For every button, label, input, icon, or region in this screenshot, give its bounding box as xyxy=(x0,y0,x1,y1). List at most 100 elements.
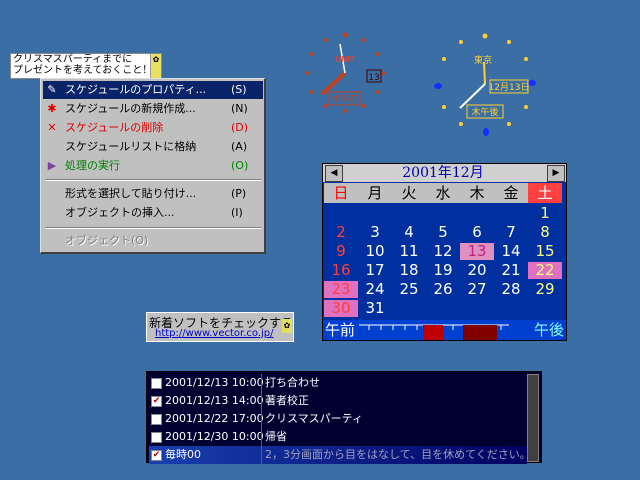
schedule-date: 2001/12/30 10:00 xyxy=(165,430,264,443)
busy-block-morning xyxy=(423,325,443,340)
calendar-day[interactable]: 4 xyxy=(392,224,426,241)
calendar-day[interactable]: 19 xyxy=(426,262,460,279)
clock-weekday: 木午前 xyxy=(331,93,358,105)
clock-tick xyxy=(507,40,511,44)
menu-item-insert-object[interactable]: オブジェクトの挿入... (I) xyxy=(43,204,263,222)
menu-item-object: オブジェクト(O) xyxy=(43,232,263,250)
clock-day: 13 xyxy=(368,73,379,83)
calendar-day[interactable]: 5 xyxy=(426,224,460,241)
schedule-row[interactable]: 2001/12/13 10:00 打ち合わせ xyxy=(149,374,527,392)
menu-item-paste-special[interactable]: 形式を選択して貼り付け... (P) xyxy=(43,185,263,203)
calendar-day[interactable]: 30 xyxy=(324,300,358,317)
analog-clock-tokyo[interactable]: 東京 12月13日 木午後 xyxy=(430,28,540,138)
schedule-date: 2001/12/13 10:00 xyxy=(165,376,264,389)
calendar-day[interactable]: 13 xyxy=(460,243,494,260)
weekday-mon: 月 xyxy=(358,183,392,203)
weekday-fri: 金 xyxy=(494,183,528,203)
calendar-day[interactable]: 1 xyxy=(528,205,562,222)
next-month-button[interactable]: ▶ xyxy=(547,165,565,182)
schedule-row[interactable]: ✔ 2001/12/13 14:00 著者校正 xyxy=(149,392,527,410)
calendar-day[interactable]: 28 xyxy=(494,281,528,298)
calendar-day[interactable]: 3 xyxy=(358,224,392,241)
play-icon: ▶ xyxy=(47,159,57,172)
calendar-day[interactable]: 27 xyxy=(460,281,494,298)
schedule-checkbox[interactable] xyxy=(151,378,162,389)
calendar-widget: ◀ 2001年12月 ▶ 日 月 火 水 木 金 土 1 2 3 4 5 6 7 8 9 10 11… xyxy=(322,163,567,341)
calendar-day[interactable]: 7 xyxy=(494,224,528,241)
calendar-day[interactable]: 10 xyxy=(358,243,392,260)
scrollbar[interactable] xyxy=(527,374,539,462)
vector-link[interactable]: http://www.vector.co.jp/ xyxy=(155,328,274,339)
calendar-day[interactable]: 6 xyxy=(460,224,494,241)
schedule-checkbox-checked[interactable]: ✔ xyxy=(151,450,162,461)
calendar-day[interactable]: 17 xyxy=(358,262,392,279)
clock-tick xyxy=(362,38,366,42)
calendar-title: 2001年12月 xyxy=(402,165,484,181)
sticky-note[interactable]: クリスマスパーティまでに プレゼントを考えておくこと！ ✿ xyxy=(10,53,162,79)
calendar-day[interactable]: 14 xyxy=(494,243,528,260)
schedule-text: クリスマスパーティ xyxy=(265,412,364,425)
menu-item-new-schedule[interactable]: ✱ スケジュールの新規作成... (N) xyxy=(43,100,263,118)
calendar-day[interactable]: 8 xyxy=(528,224,562,241)
prev-month-button[interactable]: ◀ xyxy=(325,165,343,182)
schedule-checkbox[interactable] xyxy=(151,414,162,425)
calendar-day[interactable]: 20 xyxy=(460,262,494,279)
menu-item-schedule-properties[interactable]: ✎ スケジュールのプロパティ... (S) xyxy=(43,81,263,99)
calendar-day[interactable]: 31 xyxy=(358,300,392,317)
clock-tick xyxy=(362,104,366,108)
weekday-wed: 水 xyxy=(426,183,460,203)
schedule-checkbox[interactable] xyxy=(151,432,162,443)
menu-item-execute[interactable]: ▶ 処理の実行 (O) xyxy=(43,157,263,175)
calendar-day[interactable]: 29 xyxy=(528,281,562,298)
weekday-sun: 日 xyxy=(324,183,358,203)
column-divider xyxy=(261,392,262,410)
clock-tick xyxy=(459,40,463,44)
clock-tick xyxy=(343,109,347,113)
calendar-day[interactable]: 26 xyxy=(426,281,460,298)
weekday-sat: 土 xyxy=(528,183,562,203)
calendar-day[interactable]: 9 xyxy=(324,243,358,260)
calendar-day[interactable]: 18 xyxy=(392,262,426,279)
busy-block-afternoon xyxy=(463,325,497,340)
calendar-day[interactable]: 12 xyxy=(426,243,460,260)
clock-city: UNIT xyxy=(335,55,354,64)
menu-item-delete-schedule[interactable]: ✕ スケジュールの削除 (D) xyxy=(43,119,263,137)
calendar-day[interactable]: 2 xyxy=(324,224,358,241)
schedule-checkbox-checked[interactable]: ✔ xyxy=(151,396,162,407)
column-divider xyxy=(261,410,262,428)
vector-banner[interactable]: 新着ソフトをチェックする http://www.vector.co.jp/ ✿ xyxy=(146,312,294,342)
clock-tick xyxy=(381,71,385,75)
menu-item-shortcut: (S) xyxy=(231,83,247,96)
schedule-row[interactable]: 2001/12/30 10:00 帰省 xyxy=(149,428,527,446)
schedule-date: 2001/12/22 17:00 xyxy=(165,412,264,425)
menu-separator xyxy=(45,179,261,181)
calendar-day[interactable]: 16 xyxy=(324,262,358,279)
schedule-row-selected[interactable]: ✔ 毎時00 2，3分画面から目をはなして、目を休めてください。 xyxy=(149,446,527,464)
calendar-day[interactable]: 23 xyxy=(324,281,358,298)
new-icon: ✱ xyxy=(47,102,57,115)
delete-icon: ✕ xyxy=(47,121,57,134)
analog-clock-unit[interactable]: UNIT 13 木午前 xyxy=(300,28,390,118)
hour-hand xyxy=(320,71,347,96)
schedule-text: 帰省 xyxy=(265,430,287,443)
calendar-day[interactable]: 25 xyxy=(392,281,426,298)
calendar-day[interactable]: 15 xyxy=(528,243,562,260)
clock-city: 東京 xyxy=(474,54,492,66)
triangle-left-icon: ◀ xyxy=(330,168,338,178)
calendar-day[interactable]: 24 xyxy=(358,281,392,298)
schedule-date: 毎時00 xyxy=(165,448,201,461)
calendar-day[interactable]: 21 xyxy=(494,262,528,279)
flower-icon: ✿ xyxy=(282,319,292,333)
calendar-day[interactable]: 22 xyxy=(528,262,562,279)
menu-item-store-in-list[interactable]: スケジュールリストに格納 (A) xyxy=(43,138,263,156)
note-line-1: クリスマスパーティまでに xyxy=(13,54,133,65)
calendar-day[interactable]: 11 xyxy=(392,243,426,260)
schedule-row[interactable]: 2001/12/22 17:00 クリスマスパーティ xyxy=(149,410,527,428)
am-label: 午前 xyxy=(325,321,356,339)
note-line-2: プレゼントを考えておくこと！ xyxy=(13,65,153,76)
clock-tick xyxy=(376,90,380,94)
timeline-ruler xyxy=(359,324,509,340)
note-tab[interactable]: ✿ xyxy=(150,54,161,78)
clock-tick xyxy=(305,71,309,75)
menu-item-shortcut: (P) xyxy=(231,187,247,200)
